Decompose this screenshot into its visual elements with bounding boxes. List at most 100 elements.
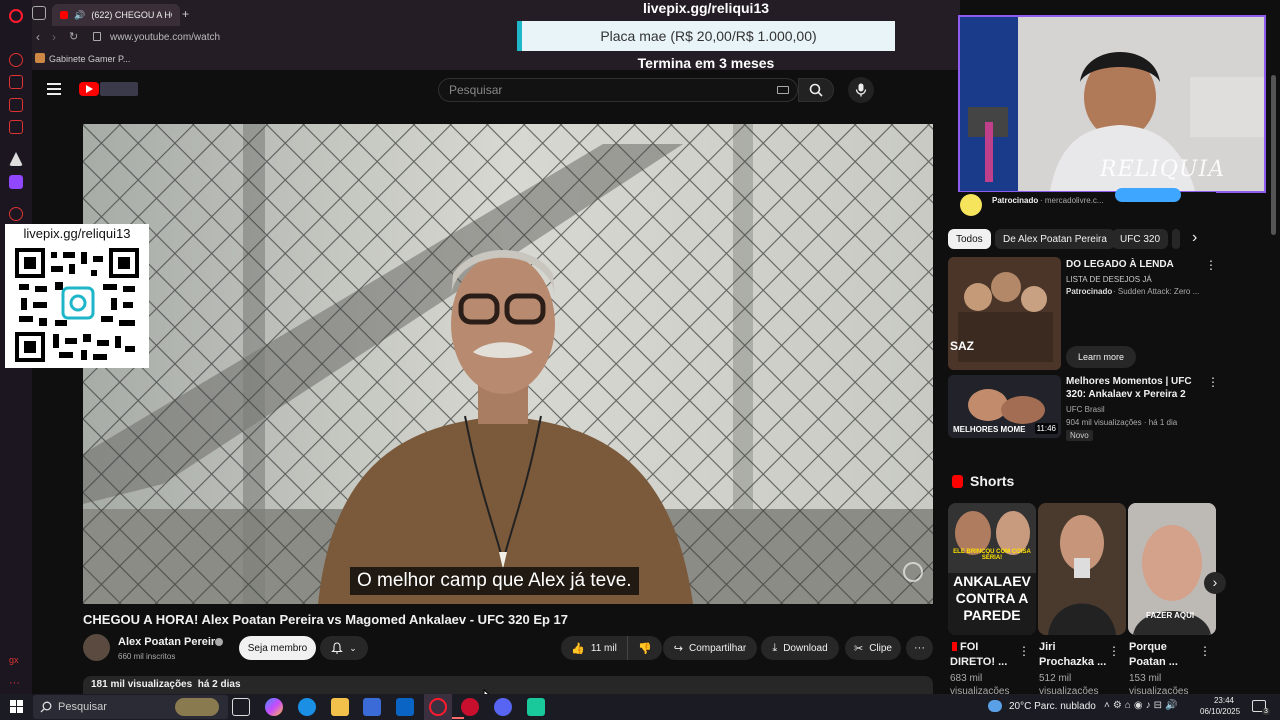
- file-explorer-icon[interactable]: [331, 698, 349, 716]
- rec-thumbnail-ufc[interactable]: MELHORES MOME 11:46: [948, 375, 1061, 438]
- short-card-3[interactable]: FAZER AQUI: [1128, 503, 1216, 635]
- chip-all[interactable]: Todos: [948, 229, 991, 249]
- notifications-button[interactable]: ⌄: [320, 636, 368, 660]
- extensions-icon[interactable]: [9, 120, 23, 134]
- outlook-icon[interactable]: [396, 698, 414, 716]
- more-menu-icon[interactable]: ···: [9, 677, 23, 691]
- url-field[interactable]: www.youtube.com/watch: [110, 32, 220, 43]
- description-box[interactable]: 181 mil visualizações há 2 dias: [83, 676, 933, 694]
- clip-button[interactable]: ✂ Clipe: [845, 636, 901, 660]
- rec-thumbnail-ad[interactable]: SAZ: [948, 257, 1061, 370]
- learn-more-button[interactable]: Learn more: [1066, 346, 1136, 368]
- short-more-icon-2[interactable]: ⋮: [1108, 644, 1120, 658]
- forward-icon[interactable]: ›: [52, 30, 56, 44]
- short-card-1[interactable]: ELE BRINCOU COM COISA SÉRIA! ANKALAEV CO…: [948, 503, 1036, 635]
- hamburger-menu-icon[interactable]: [47, 83, 61, 95]
- rec-more-icon[interactable]: ⋮: [1205, 258, 1217, 272]
- sponsored-card-top[interactable]: Patrocinado · mercadolivre.c...: [948, 188, 1216, 217]
- webcam-watermark: RELIQUIA: [1100, 157, 1226, 182]
- speaker-icon[interactable]: 🔊: [74, 10, 85, 21]
- download-button[interactable]: ⤓ Download: [761, 636, 839, 660]
- chip-partial[interactable]: [1172, 229, 1180, 249]
- opera-gx-icon[interactable]: [429, 698, 447, 716]
- store-icon[interactable]: [363, 698, 381, 716]
- system-tray-icons[interactable]: ˄⚙⌂◉♪⊟🔊: [1104, 700, 1180, 711]
- rec-more-icon-2[interactable]: ⋮: [1207, 375, 1219, 389]
- history-icon[interactable]: [9, 98, 23, 112]
- speed-dial-icon[interactable]: [9, 53, 23, 67]
- microphone-icon: [855, 83, 867, 97]
- opera-logo-icon[interactable]: [9, 9, 23, 23]
- video-caption: O melhor camp que Alex já teve.: [350, 567, 639, 595]
- views-date: 181 mil visualizações há 2 dias: [91, 679, 241, 690]
- reload-icon[interactable]: ↻: [69, 30, 78, 43]
- search-icon: [809, 83, 823, 97]
- weather-icon: [988, 700, 1002, 712]
- channel-avatar[interactable]: [83, 634, 110, 661]
- lock-icon: [93, 32, 101, 41]
- copilot-icon[interactable]: [265, 698, 283, 716]
- back-icon[interactable]: ‹: [36, 30, 40, 44]
- chevron-down-icon: ⌄: [349, 642, 357, 653]
- youtube-doodle-logo[interactable]: [100, 82, 138, 96]
- share-button[interactable]: ↪ Compartilhar: [663, 636, 757, 660]
- shorts-next-button[interactable]: ›: [1204, 572, 1226, 594]
- notification-count: 3: [1262, 708, 1270, 715]
- tab-islands-icon[interactable]: [32, 6, 46, 20]
- dislike-button[interactable]: 👎: [627, 636, 662, 660]
- sponsored-cta-button[interactable]: [1115, 188, 1181, 202]
- more-actions-button[interactable]: ···: [906, 636, 933, 660]
- taskbar-search-box[interactable]: Pesquisar: [33, 695, 228, 719]
- chips-next-icon[interactable]: ›: [1192, 229, 1197, 247]
- task-view-icon[interactable]: [232, 698, 250, 716]
- discord-icon[interactable]: [494, 698, 512, 716]
- android-app-icon[interactable]: [527, 698, 545, 716]
- webcam-overlay: RELIQUIA: [958, 15, 1266, 193]
- channel-name[interactable]: Alex Poatan Pereira: [118, 636, 221, 648]
- new-tab-button[interactable]: +: [182, 7, 189, 21]
- player-icon[interactable]: [9, 207, 23, 221]
- aria-icon[interactable]: [9, 152, 23, 166]
- ad-thumb-text: SAZ: [950, 339, 974, 353]
- windows-start-icon[interactable]: [10, 700, 23, 713]
- short-title-2b[interactable]: Prochazka ...: [1039, 655, 1106, 669]
- search-button[interactable]: [798, 78, 834, 102]
- short-title-1a[interactable]: FOI: [960, 640, 978, 654]
- short-more-icon-1[interactable]: ⋮: [1018, 644, 1030, 658]
- short-title-2a[interactable]: Jiri: [1039, 640, 1056, 654]
- bookmark-item[interactable]: Gabinete Gamer P...: [49, 54, 130, 64]
- short-title-3b[interactable]: Poatan ...: [1129, 655, 1178, 669]
- join-button[interactable]: Seja membro: [239, 636, 316, 660]
- short-title-3a[interactable]: Porque: [1129, 640, 1167, 654]
- twitch-icon[interactable]: [9, 175, 23, 189]
- gx-icon[interactable]: gx: [9, 655, 23, 669]
- voice-search-button[interactable]: [848, 77, 874, 103]
- tab-youtube[interactable]: 🔊 (622) CHEGOU A HORA: [52, 4, 180, 26]
- download-icon: ⤓: [772, 641, 778, 654]
- chip-ufc320[interactable]: UFC 320: [1112, 229, 1169, 249]
- weather-text[interactable]: 20°C Parc. nublado: [1009, 701, 1096, 712]
- short-more-icon-3[interactable]: ⋮: [1199, 644, 1211, 658]
- edge-icon[interactable]: [298, 698, 316, 716]
- short-overlay-main-3: FAZER AQUI: [1146, 611, 1195, 620]
- short-thumb-2: [1038, 503, 1126, 635]
- clock-time[interactable]: 23:44: [1210, 696, 1234, 705]
- page-scrollbar[interactable]: [1271, 75, 1276, 235]
- clock-date[interactable]: 06/10/2025: [1200, 707, 1240, 716]
- rec-subtitle-ad: LISTA DE DESEJOS JÁ: [1066, 275, 1152, 284]
- rec-title-ufc[interactable]: Melhores Momentos | UFC 320: Ankalaev x …: [1066, 375, 1204, 401]
- search-placeholder: Pesquisar: [449, 83, 503, 97]
- short-title-1b[interactable]: DIRETO! ...: [950, 655, 1007, 669]
- bookmarks-icon[interactable]: [9, 75, 23, 89]
- chip-channel[interactable]: De Alex Poatan Pereira: [995, 229, 1115, 249]
- sponsored-label: Patrocinado: [992, 196, 1039, 205]
- short-card-2[interactable]: [1038, 503, 1126, 635]
- advertiser-avatar: [960, 194, 982, 216]
- youtube-logo-icon[interactable]: [79, 82, 99, 96]
- app-red-icon[interactable]: [461, 698, 479, 716]
- search-input[interactable]: Pesquisar: [438, 78, 798, 102]
- video-player[interactable]: [83, 124, 933, 604]
- rec-title-ad[interactable]: DO LEGADO À LENDA: [1066, 258, 1174, 271]
- like-button[interactable]: 👍 11 mil: [561, 636, 627, 660]
- keyboard-icon[interactable]: [777, 86, 789, 94]
